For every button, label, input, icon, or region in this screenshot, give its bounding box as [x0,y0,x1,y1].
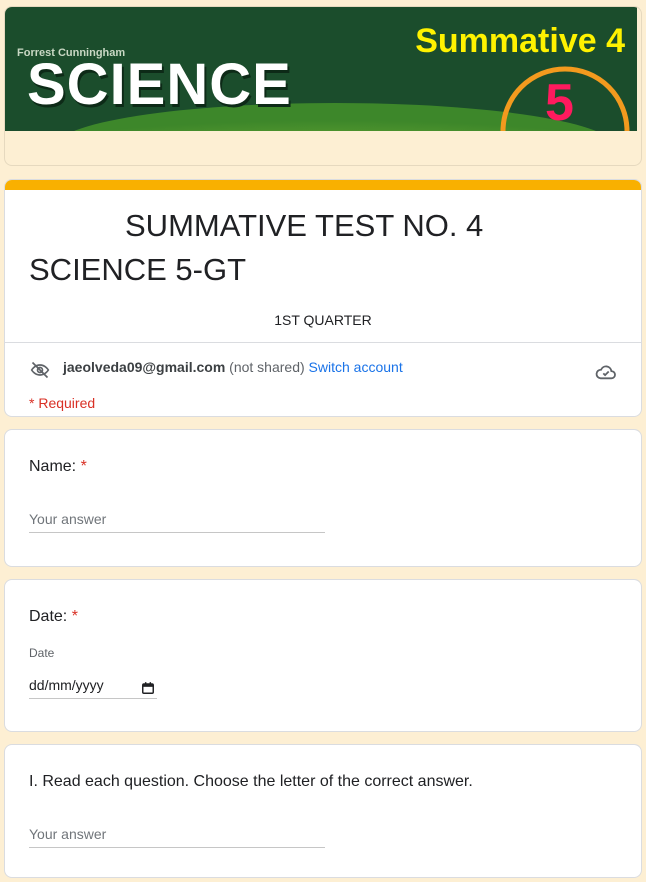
date-field-label: Date [29,646,55,660]
account-info: jaeolveda09@gmail.com (not shared) Switc… [63,349,403,385]
eye-off-icon [29,357,51,393]
header-banner: Forrest Cunningham SCIENCE Summative 4 5 [4,6,642,166]
cloud-check-icon [595,358,617,394]
form-header-card: SUMMATIVE TEST NO. 4 SCIENCE 5-GT 1ST QU… [4,179,642,417]
not-shared-label: (not shared) [229,359,305,375]
question-title: Name: * [29,458,87,476]
question-label: Name: [29,458,77,475]
banner-subject: SCIENCE [27,52,292,117]
banner-image: Forrest Cunningham SCIENCE Summative 4 5 [5,7,637,131]
required-note: * Required [29,395,96,411]
question-label: I. Read each question. Choose the letter… [29,773,473,790]
account-row: jaeolveda09@gmail.com (not shared) Switc… [5,349,641,385]
question-label: Date: [29,608,68,625]
banner-summative-label: Summative 4 [415,22,625,60]
required-asterisk: * [71,608,78,625]
date-placeholder: dd/mm/yyyy [29,677,104,693]
question-card-date: Date: * Date dd/mm/yyyy [4,579,642,732]
form-subtitle: 1ST QUARTER [274,312,372,328]
question-title: I. Read each question. Choose the letter… [29,773,473,791]
name-input[interactable] [29,506,325,533]
required-asterisk: * [80,458,87,475]
header-accent-bar [5,180,641,190]
question-card-instructions: I. Read each question. Choose the letter… [4,744,642,878]
header-divider [5,342,641,343]
form-title: SUMMATIVE TEST NO. 4 SCIENCE 5-GT [29,208,484,287]
banner-grade: 5 [545,74,574,131]
switch-account-link[interactable]: Switch account [309,359,403,375]
question-title: Date: * [29,608,78,626]
date-input[interactable]: dd/mm/yyyy [29,672,157,699]
account-email: jaeolveda09@gmail.com [63,359,226,375]
calendar-icon[interactable] [141,677,155,703]
answer-input[interactable] [29,821,325,848]
question-card-name: Name: * [4,429,642,567]
